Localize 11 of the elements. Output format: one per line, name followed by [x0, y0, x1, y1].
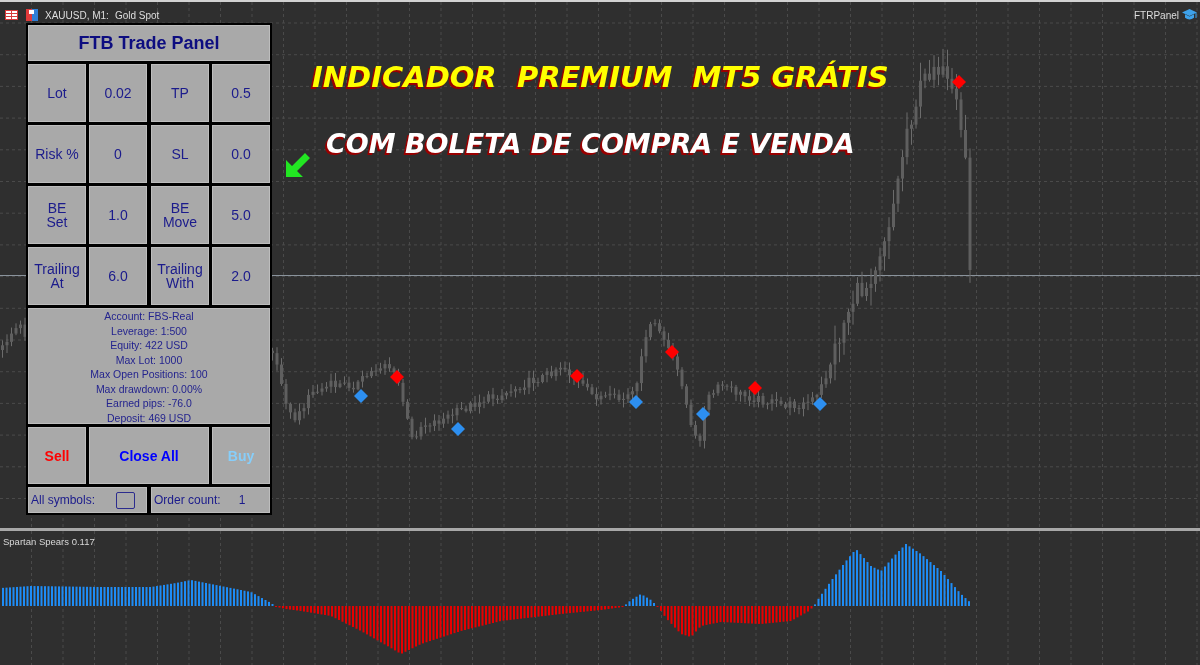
indicator-title: Spartan Spears 0.117: [3, 536, 95, 547]
expert-name: FTRPanel: [1134, 9, 1179, 21]
all-symbols-label: All symbols:: [31, 493, 95, 507]
order-count-label: Order count:: [154, 493, 221, 507]
all-symbols-checkbox[interactable]: [116, 491, 135, 509]
chart-symbol: XAUUSD, M1:: [45, 9, 109, 21]
chart-description: Gold Spot: [114, 9, 160, 21]
graduation-cap-icon: [1182, 9, 1197, 21]
order-count-value: 1: [238, 493, 246, 507]
window-icon[interactable]: [26, 9, 38, 21]
table-icon[interactable]: [5, 10, 18, 20]
